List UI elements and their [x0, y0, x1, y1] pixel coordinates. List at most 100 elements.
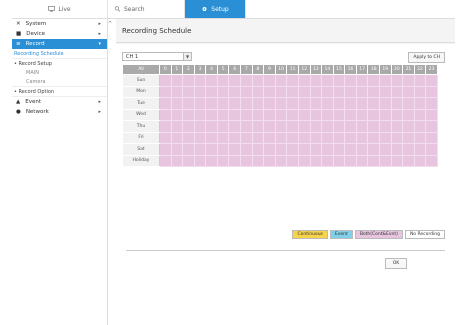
hour-header[interactable]: 8 [251, 64, 265, 75]
schedule-cell[interactable] [286, 108, 299, 121]
schedule-cell[interactable] [286, 143, 299, 156]
hour-header[interactable]: 23 [425, 64, 438, 75]
schedule-cell[interactable] [390, 74, 404, 87]
schedule-cell[interactable] [263, 97, 276, 110]
schedule-cell[interactable] [216, 85, 230, 98]
schedule-cell[interactable] [309, 85, 323, 98]
schedule-cell[interactable] [367, 108, 380, 121]
schedule-cell[interactable] [286, 120, 299, 133]
schedule-cell[interactable] [205, 74, 218, 87]
hour-header[interactable]: 20 [390, 64, 404, 75]
schedule-cell[interactable] [170, 131, 184, 144]
schedule-cell[interactable] [425, 74, 438, 87]
schedule-cell[interactable] [309, 131, 323, 144]
schedule-cell[interactable] [193, 108, 207, 121]
schedule-cell[interactable] [297, 97, 311, 110]
schedule-cell[interactable] [170, 143, 184, 156]
schedule-cell[interactable] [367, 97, 380, 110]
schedule-cell[interactable] [182, 108, 195, 121]
schedule-cell[interactable] [240, 143, 253, 156]
day-label[interactable]: Wed [122, 108, 160, 121]
sidebar-item-recording-schedule[interactable]: Recording Schedule [12, 49, 107, 58]
hour-header[interactable]: 2 [182, 64, 195, 75]
channel-select[interactable]: CH 1 ▼ [122, 52, 192, 61]
schedule-cell[interactable] [216, 74, 230, 87]
schedule-cell[interactable] [205, 85, 218, 98]
schedule-cell[interactable] [402, 74, 415, 87]
hour-header[interactable]: 0 [159, 64, 172, 75]
schedule-cell[interactable] [205, 143, 218, 156]
sidebar-item-record-option[interactable]: • Record Option [12, 87, 107, 96]
schedule-cell[interactable] [240, 74, 253, 87]
sidebar-item-network[interactable]: ● Network ▸ [12, 107, 107, 117]
day-label[interactable]: Tue [122, 97, 160, 110]
schedule-cell[interactable] [193, 154, 207, 167]
schedule-cell[interactable] [390, 85, 404, 98]
sidebar-item-event[interactable]: ▲ Event ▸ [12, 97, 107, 107]
schedule-cell[interactable] [263, 143, 276, 156]
schedule-cell[interactable] [286, 154, 299, 167]
schedule-cell[interactable] [274, 131, 288, 144]
hour-header[interactable]: 7 [240, 64, 253, 75]
schedule-cell[interactable] [413, 120, 427, 133]
legend-no-recording-button[interactable]: No Recording [404, 230, 445, 239]
schedule-cell[interactable] [309, 143, 323, 156]
schedule-cell[interactable] [379, 154, 392, 167]
schedule-cell[interactable] [159, 131, 172, 144]
hour-header[interactable]: 9 [263, 64, 276, 75]
schedule-cell[interactable] [344, 74, 357, 87]
schedule-cell[interactable] [309, 108, 323, 121]
schedule-cell[interactable] [344, 154, 357, 167]
schedule-cell[interactable] [367, 74, 380, 87]
schedule-cell[interactable] [402, 143, 415, 156]
schedule-cell[interactable] [332, 143, 346, 156]
schedule-cell[interactable] [390, 108, 404, 121]
hour-header[interactable]: 21 [402, 64, 415, 75]
schedule-cell[interactable] [413, 131, 427, 144]
schedule-cell[interactable] [274, 85, 288, 98]
schedule-cell[interactable] [274, 143, 288, 156]
schedule-cell[interactable] [193, 143, 207, 156]
schedule-cell[interactable] [251, 85, 265, 98]
schedule-cell[interactable] [355, 154, 369, 167]
sidebar-item-record-setup[interactable]: • Record Setup [12, 59, 107, 68]
schedule-cell[interactable] [182, 74, 195, 87]
hour-header[interactable]: 19 [379, 64, 392, 75]
schedule-cell[interactable] [379, 131, 392, 144]
schedule-cell[interactable] [159, 143, 172, 156]
hour-header[interactable]: 5 [216, 64, 230, 75]
schedule-cell[interactable] [367, 154, 380, 167]
schedule-cell[interactable] [170, 108, 184, 121]
schedule-cell[interactable] [379, 97, 392, 110]
schedule-cell[interactable] [425, 143, 438, 156]
schedule-cell[interactable] [216, 154, 230, 167]
day-label[interactable]: Sun [122, 74, 160, 87]
schedule-cell[interactable] [251, 154, 265, 167]
schedule-cell[interactable] [263, 74, 276, 87]
schedule-cell[interactable] [159, 74, 172, 87]
schedule-cell[interactable] [425, 85, 438, 98]
schedule-cell[interactable] [216, 143, 230, 156]
tab-setup[interactable]: Setup [185, 0, 246, 18]
legend-event-button[interactable]: Event [329, 230, 353, 239]
schedule-cell[interactable] [367, 131, 380, 144]
schedule-cell[interactable] [193, 74, 207, 87]
schedule-cell[interactable] [205, 154, 218, 167]
day-label[interactable]: Fri [122, 131, 160, 144]
schedule-cell[interactable] [379, 74, 392, 87]
schedule-cell[interactable] [251, 97, 265, 110]
day-label[interactable]: Holiday [122, 154, 160, 167]
schedule-cell[interactable] [297, 108, 311, 121]
schedule-cell[interactable] [170, 85, 184, 98]
schedule-cell[interactable] [321, 85, 334, 98]
day-label[interactable]: Mon [122, 85, 160, 98]
schedule-cell[interactable] [159, 154, 172, 167]
schedule-cell[interactable] [193, 120, 207, 133]
schedule-cell[interactable] [321, 97, 334, 110]
schedule-cell[interactable] [159, 108, 172, 121]
schedule-cell[interactable] [240, 97, 253, 110]
schedule-cell[interactable] [274, 97, 288, 110]
schedule-cell[interactable] [240, 85, 253, 98]
schedule-cell[interactable] [332, 131, 346, 144]
schedule-cell[interactable] [205, 97, 218, 110]
